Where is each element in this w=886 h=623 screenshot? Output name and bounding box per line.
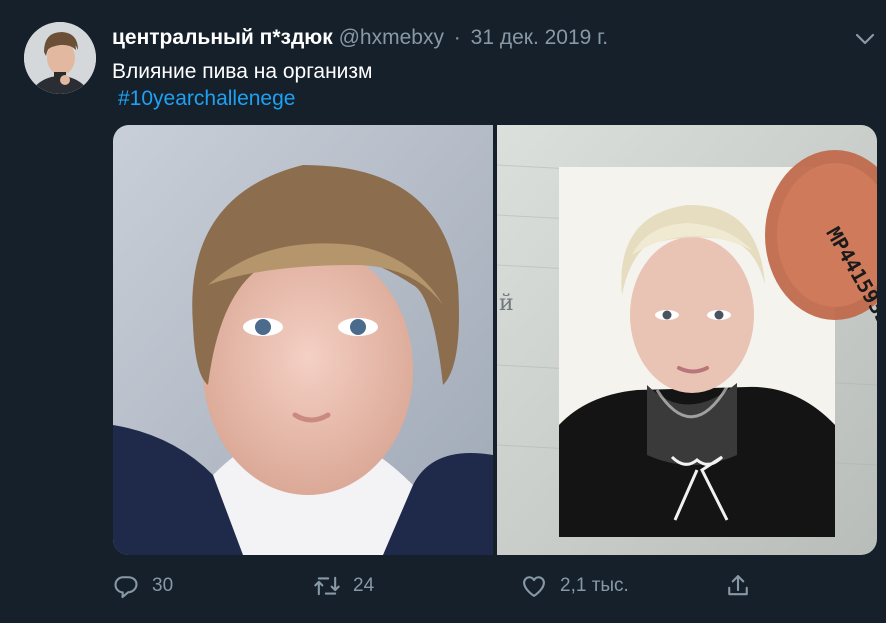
user-handle[interactable]: @hxmebxy [339, 26, 444, 49]
tweet-text: Влияние пива на организм [112, 60, 373, 83]
reply-count: 30 [152, 575, 174, 596]
reply-button[interactable]: 30 [112, 566, 173, 606]
like-icon [523, 576, 545, 597]
hashtag-link[interactable]: #10yearchallenege [118, 85, 295, 113]
document-letter: й [499, 291, 514, 316]
retweet-count: 24 [353, 575, 375, 596]
photo-child-portrait[interactable] [113, 125, 493, 555]
tweet-date[interactable]: 31 дек. 2019 г. [471, 26, 608, 49]
tweet-actions: 30 24 2,1 тыс. [0, 566, 886, 606]
retweet-icon [314, 576, 340, 596]
like-count: 2,1 тыс. [560, 575, 629, 596]
media-grid: й MP4415933 [113, 125, 877, 555]
avatar[interactable] [24, 22, 96, 94]
display-name[interactable]: центральный п*здюк [112, 26, 333, 49]
chevron-down-icon[interactable] [853, 30, 877, 48]
separator-dot: · [453, 26, 461, 49]
share-button[interactable] [724, 566, 752, 606]
reply-icon [114, 576, 138, 599]
like-button[interactable]: 2,1 тыс. [520, 566, 629, 606]
tweet-header: центральный п*здюк @hxmebxy · 31 дек. 20… [112, 24, 608, 52]
photo-adult-passport[interactable]: й MP4415933 [497, 125, 877, 555]
retweet-button[interactable]: 24 [313, 566, 374, 606]
share-icon [728, 575, 748, 596]
tweet[interactable]: центральный п*здюк @hxmebxy · 31 дек. 20… [0, 0, 886, 623]
